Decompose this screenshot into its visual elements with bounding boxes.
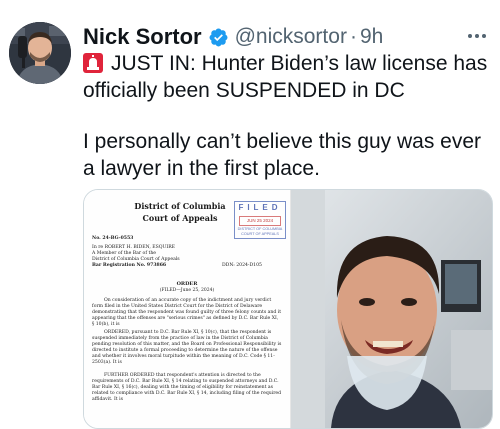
order-paragraph-2: ORDERED, pursuant to D.C. Bar Rule XI, §…	[92, 330, 282, 365]
court-line-2: Court of Appeals	[142, 213, 218, 223]
ddn-number: DDN: 2024-D105	[222, 263, 262, 268]
person-photo[interactable]	[291, 190, 492, 428]
author-handle[interactable]: @nicksortor	[235, 25, 347, 49]
more-options-icon[interactable]	[454, 24, 486, 48]
court-line-1: District of Columbia	[134, 201, 226, 211]
tweet-header: Nick Sortor @nicksortor · 9h	[83, 22, 490, 52]
order-filed-date: (FILED—June 25, 2024)	[159, 288, 215, 293]
stamp-date: JUN 25 2024	[239, 216, 281, 226]
separator-dot: ·	[349, 25, 357, 48]
photo-image	[291, 190, 492, 428]
tweet-timestamp[interactable]: 9h	[360, 25, 383, 49]
order-title: ORDER	[176, 281, 198, 287]
tweet-line-1-text: JUST IN: Hunter Biden’s law license has …	[83, 52, 488, 102]
stamp-filed: FILED	[238, 203, 282, 212]
tweet-line-1: JUST IN: Hunter Biden’s law license has …	[83, 50, 495, 104]
case-number: No. 24-BG-0553	[92, 236, 134, 241]
avatar-image	[9, 22, 71, 84]
court-name: District of Columbia Court of Appeals	[130, 200, 230, 224]
filed-stamp: FILED JUN 25 2024 DISTRICT OF COLUMBIA C…	[234, 201, 286, 239]
court-order-image[interactable]: District of Columbia Court of Appeals FI…	[84, 190, 291, 428]
tweet-line-2: I personally can’t believe this guy was …	[83, 130, 482, 180]
order-paragraph-3: FURTHER ORDERED that respondent's attent…	[92, 373, 282, 402]
tweet-text: JUST IN: Hunter Biden’s law license has …	[83, 50, 495, 182]
stamp-court: DISTRICT OF COLUMBIA COURT OF APPEALS	[237, 227, 283, 236]
author-name[interactable]: Nick Sortor	[83, 24, 202, 50]
avatar[interactable]	[9, 22, 71, 84]
order-paragraph-1: On consideration of an accurate copy of …	[92, 298, 282, 327]
siren-icon	[83, 53, 103, 73]
verified-badge-icon	[209, 28, 228, 46]
bar-registration: Bar Registration No. 973866	[92, 263, 167, 268]
tweet-media[interactable]: District of Columbia Court of Appeals FI…	[83, 189, 493, 429]
